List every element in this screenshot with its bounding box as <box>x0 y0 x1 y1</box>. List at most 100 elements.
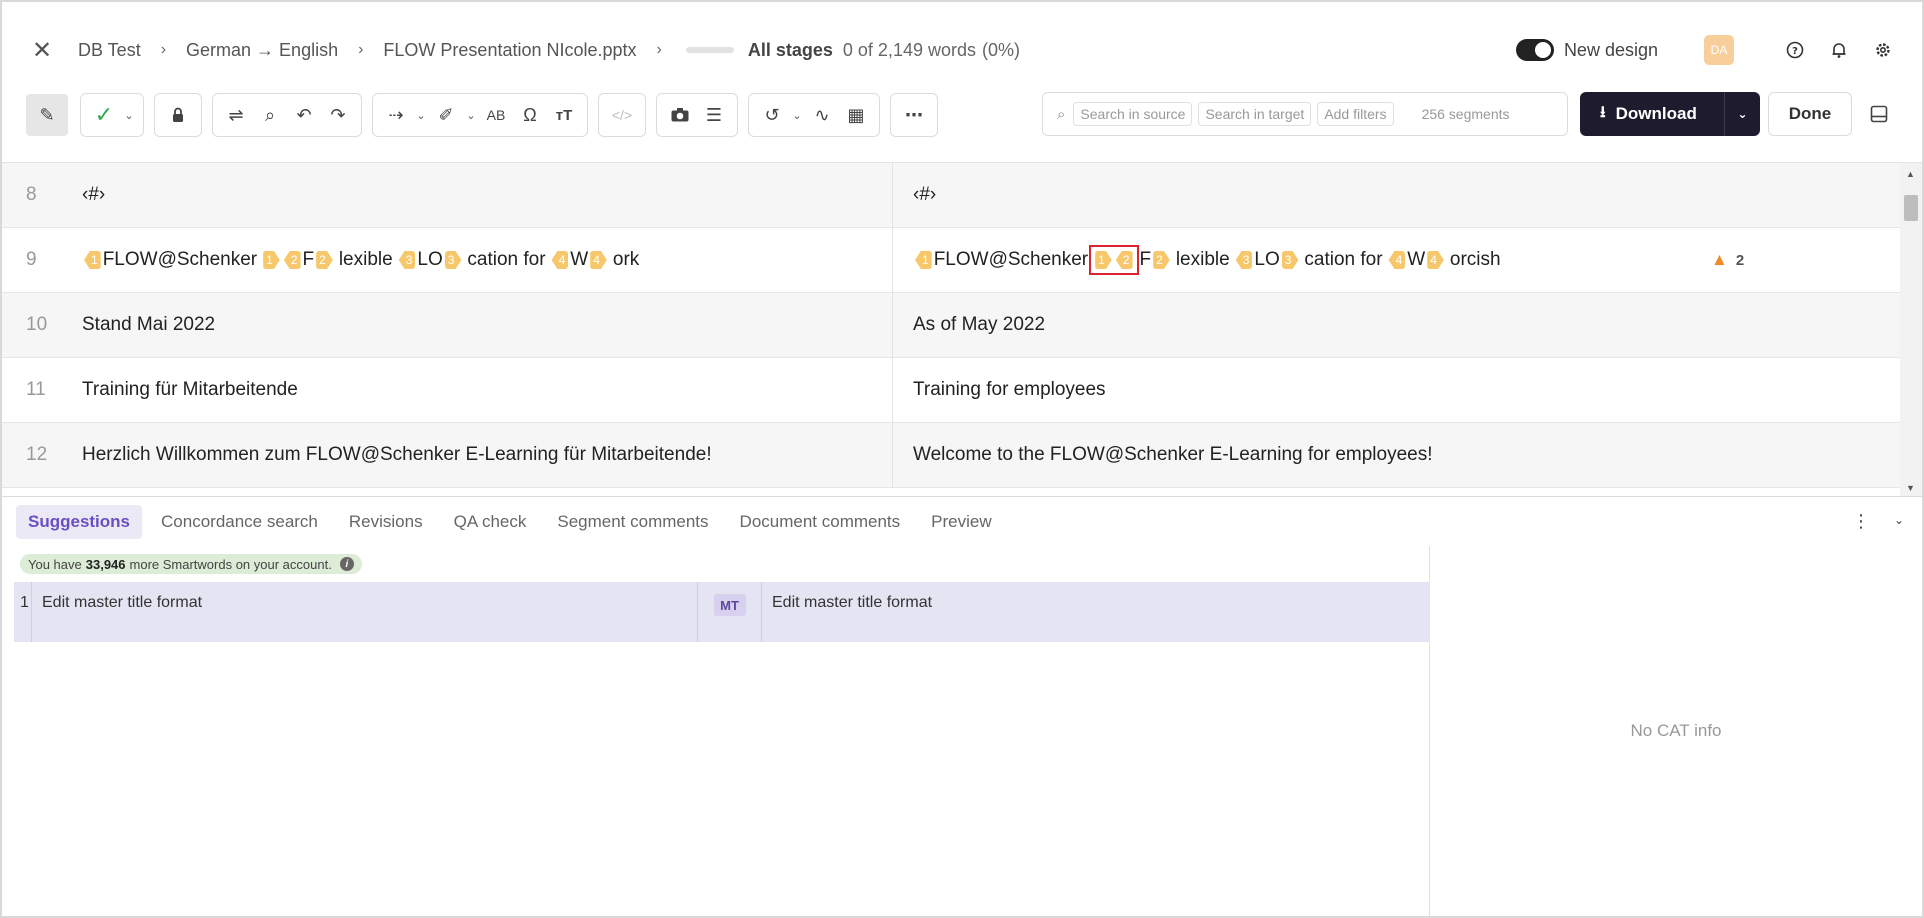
suggestion-number: 1 <box>14 582 32 642</box>
scroll-thumb[interactable] <box>1904 195 1918 221</box>
tag-open[interactable]: 1 <box>915 251 932 269</box>
kebab-menu-icon[interactable]: ⋮ <box>1852 511 1870 532</box>
help-icon[interactable]: ? <box>1780 35 1810 65</box>
tag-open[interactable]: 3 <box>398 251 416 269</box>
target-text: Training for employees <box>913 379 1106 400</box>
edit-pencil-icon[interactable]: ✎ <box>26 94 68 136</box>
more-icon[interactable]: ⋯ <box>897 98 931 132</box>
download-options-chevron-icon[interactable]: ⌄ <box>1724 92 1760 136</box>
target-text: Welcome to the FLOW@Schenker E-Learning … <box>913 444 1433 465</box>
stage-selector[interactable]: All stages <box>748 40 833 61</box>
segment-target[interactable]: Welcome to the FLOW@Schenker E-Learning … <box>893 423 1900 487</box>
segment-target[interactable]: ‹#› MT ✓1 <box>893 163 1900 227</box>
tab-suggestions[interactable]: Suggestions <box>16 504 143 539</box>
segment-source: Stand Mai 2022 <box>82 314 216 335</box>
change-case-icon[interactable]: AB <box>479 98 513 132</box>
segment-row[interactable]: 11 Training für Mitarbeitende Training f… <box>2 358 1900 423</box>
tag-open[interactable]: 3 <box>1235 251 1253 269</box>
close-icon[interactable]: ✕ <box>26 36 58 65</box>
chevron-right-icon: › <box>358 41 364 58</box>
split-lines-icon[interactable]: ☰ <box>697 98 731 132</box>
segment-source: Training für Mitarbeitende <box>82 379 298 400</box>
segment-source: ‹#› <box>82 184 106 205</box>
lock-icon[interactable] <box>161 98 195 132</box>
done-button[interactable]: Done <box>1768 92 1852 136</box>
tab-revisions[interactable]: Revisions <box>337 505 435 539</box>
chevron-down-icon[interactable]: ⌄ <box>1894 513 1904 527</box>
download-button[interactable]: ⭳ Download ⌄ <box>1580 92 1760 136</box>
qa-table-icon[interactable]: ▦ <box>839 98 873 132</box>
tag-open[interactable]: 1 <box>84 251 101 269</box>
insert-tags-icon[interactable]: ⇢ <box>379 98 413 132</box>
warning-count: 2 <box>1735 251 1745 269</box>
breadcrumb: ✕ DB Test › German → English › FLOW Pres… <box>26 32 1020 68</box>
redo-icon[interactable]: ↷ <box>321 98 355 132</box>
tag-close[interactable]: 1 <box>263 251 280 269</box>
segment-number: 12 <box>26 444 48 465</box>
scroll-up-icon[interactable]: ▲ <box>1906 169 1915 179</box>
text-size-icon[interactable]: ᴛT <box>547 98 581 132</box>
search-icon: ⌕ <box>1057 105 1066 123</box>
avatar[interactable]: DA <box>1704 35 1734 65</box>
confirm-check-icon[interactable]: ✓ <box>87 98 121 132</box>
search-source-input[interactable]: Search in source <box>1073 102 1193 126</box>
grid-scrollbar[interactable]: ▲ ▼ <box>1900 163 1922 496</box>
breadcrumb-file[interactable]: FLOW Presentation NIcole.pptx <box>383 40 636 61</box>
camera-icon[interactable] <box>663 98 697 132</box>
copy-source-icon[interactable]: ⇌ <box>219 98 253 132</box>
special-chars-icon[interactable]: Ω <box>513 98 547 132</box>
chevron-down-icon[interactable]: ⌄ <box>413 109 429 122</box>
chevron-down-icon[interactable]: ⌄ <box>789 109 805 122</box>
segment-row[interactable]: 10 Stand Mai 2022 As of May 2022 MT ✓1 <box>2 293 1900 358</box>
tag-close[interactable]: 1 <box>1095 251 1112 269</box>
tab-segment-comments[interactable]: Segment comments <box>545 505 720 539</box>
lock-group <box>154 93 202 137</box>
code-icon[interactable]: </> <box>605 98 639 132</box>
target-text: As of May 2022 <box>913 314 1046 335</box>
segment-row[interactable]: 8 ‹#› ‹#› MT ✓1 <box>2 163 1900 228</box>
find-replace-icon[interactable]: ⌕ <box>253 98 287 132</box>
segment-target[interactable]: As of May 2022 MT ✓1 <box>893 293 1900 357</box>
clear-format-icon[interactable]: ✐ <box>429 98 463 132</box>
segment-row[interactable]: 9 1 FLOW@Schenker 12F2 lexible 3 LO 3 catio… <box>2 228 1900 293</box>
segment-target[interactable]: 1 FLOW@Schenker 12F2 lexible 3 LO 3 cation … <box>893 228 1900 292</box>
segment-grid: 8 ‹#› ‹#› MT ✓1 9 1FLOW@Schenker 12F2 le… <box>2 162 1922 496</box>
tag-close[interactable]: 2 <box>1153 251 1170 269</box>
tab-qa-check[interactable]: QA check <box>442 505 539 539</box>
search-bar: ⌕ Search in source Search in target Add … <box>1042 92 1568 136</box>
segment-source: 1 FLOW@Schenker 12F2 lexible 3 LO 3 cation … <box>82 228 892 292</box>
breadcrumb-project[interactable]: DB Test <box>78 40 141 61</box>
tag-close[interactable]: 4 <box>590 251 607 269</box>
tag-close[interactable]: 4 <box>1427 251 1444 269</box>
tag-open[interactable]: 4 <box>1388 251 1406 269</box>
tag-close[interactable]: 3 <box>444 251 462 269</box>
gear-icon[interactable] <box>1868 35 1898 65</box>
chevron-down-icon[interactable]: ⌄ <box>121 109 137 122</box>
svg-text:?: ? <box>1792 46 1798 57</box>
breadcrumb-languages[interactable]: German → English <box>186 40 338 61</box>
info-icon[interactable]: i <box>339 557 354 571</box>
suggestion-row[interactable]: 1 Edit master title format MT Edit maste… <box>14 582 1430 642</box>
tag-open[interactable]: 4 <box>551 251 569 269</box>
tag-open[interactable]: 2 <box>1115 251 1133 269</box>
layout-panel-icon[interactable] <box>1864 99 1894 129</box>
add-filters-button[interactable]: Add filters <box>1317 102 1394 126</box>
tab-document-comments[interactable]: Document comments <box>728 505 913 539</box>
tag-open[interactable]: 2 <box>283 251 301 269</box>
segment-row[interactable]: 12 Herzlich Willkommen zum FLOW@Schenker… <box>2 423 1900 488</box>
bell-icon[interactable] <box>1824 35 1854 65</box>
tag-close[interactable]: 3 <box>1281 251 1299 269</box>
tab-concordance-search[interactable]: Concordance search <box>149 505 330 539</box>
chevron-down-icon[interactable]: ⌄ <box>463 109 479 122</box>
undo-icon[interactable]: ↶ <box>287 98 321 132</box>
tab-preview[interactable]: Preview <box>919 505 1003 539</box>
tag-close[interactable]: 2 <box>316 251 333 269</box>
qa-warning[interactable]: ▲ 2 <box>1711 250 1744 270</box>
spellcheck-icon[interactable]: ∿ <box>805 98 839 132</box>
revert-icon[interactable]: ↺ <box>755 98 789 132</box>
search-target-input[interactable]: Search in target <box>1198 102 1312 126</box>
scroll-down-icon[interactable]: ▼ <box>1906 483 1915 493</box>
edit-group: ⇌ ⌕ ↶ ↷ <box>212 93 362 137</box>
new-design-toggle[interactable] <box>1515 39 1554 61</box>
segment-target[interactable]: Training for employees MT ✓1 <box>893 358 1900 422</box>
